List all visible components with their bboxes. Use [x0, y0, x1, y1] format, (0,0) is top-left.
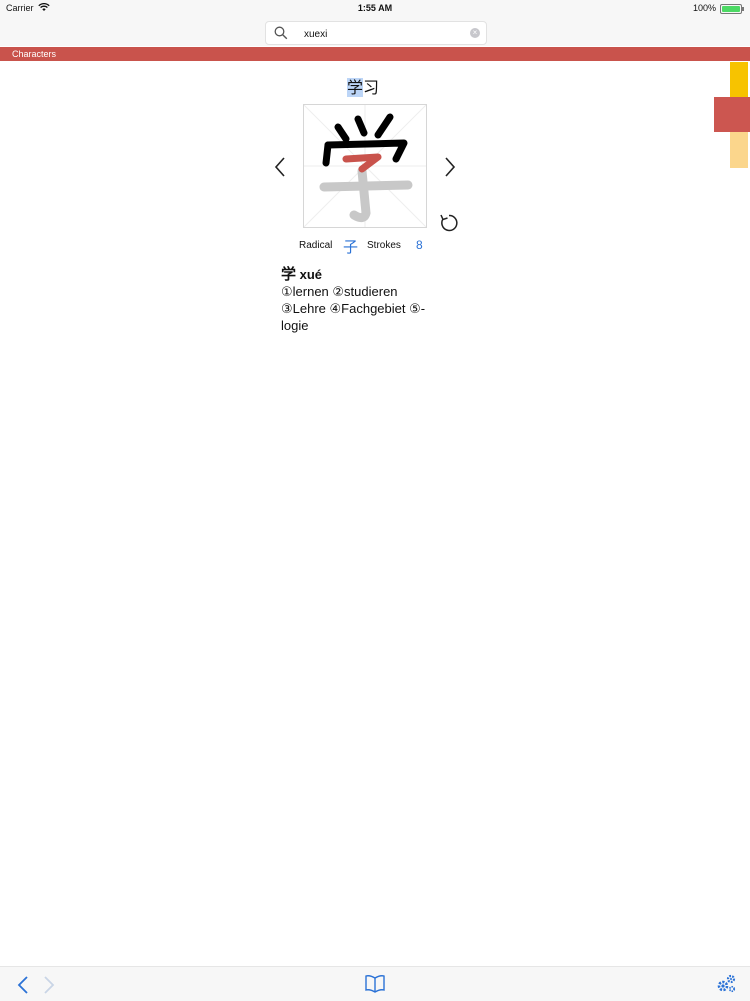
search-field[interactable]: × — [265, 21, 487, 45]
forward-icon[interactable] — [42, 975, 56, 1000]
status-bar: Carrier 1:55 AM 100% — [0, 0, 750, 18]
word-char-selected[interactable]: 学 — [347, 78, 364, 97]
replay-icon[interactable] — [438, 212, 460, 239]
radical-label: Radical — [299, 240, 333, 251]
stroke-order-box[interactable] — [303, 104, 427, 228]
battery-percent: 100% — [692, 3, 716, 13]
section-header: Characters — [0, 47, 750, 61]
search-bar: × — [0, 18, 750, 46]
clear-icon[interactable]: × — [470, 28, 480, 38]
settings-icon[interactable] — [715, 974, 737, 999]
status-time: 1:55 AM — [357, 3, 393, 13]
definition-line-3: logie — [281, 318, 309, 333]
definition-line-1: ①lernen ②studieren — [281, 284, 398, 299]
next-character-button[interactable] — [440, 156, 458, 183]
definition: 学 xué ①lernen ②studieren ③Lehre ④Fachgeb… — [281, 266, 451, 334]
side-tab-1[interactable] — [730, 62, 748, 97]
previous-character-button[interactable] — [272, 156, 290, 183]
book-icon[interactable] — [364, 974, 386, 999]
bottom-toolbar — [0, 966, 750, 1001]
word-char[interactable]: 习 — [363, 78, 379, 97]
stroke-order-drawing — [303, 104, 427, 228]
definition-pinyin: xué — [299, 267, 323, 282]
definition-line-2: ③Lehre ④Fachgebiet ⑤- — [281, 301, 426, 316]
strokes-value: 8 — [416, 238, 423, 252]
definition-char: 学 — [281, 265, 297, 283]
strokes-label: Strokes — [367, 240, 401, 251]
side-tab-2[interactable] — [714, 97, 750, 132]
side-tab-3[interactable] — [730, 132, 748, 168]
word-heading: 学习 — [347, 74, 379, 98]
radical-value[interactable]: 子 — [343, 236, 358, 257]
section-title: Characters — [12, 49, 57, 59]
battery-icon — [720, 4, 744, 14]
search-input[interactable] — [302, 24, 466, 44]
back-icon[interactable] — [16, 975, 30, 1000]
search-icon — [274, 26, 288, 45]
definition-headword: 学 xué — [281, 266, 451, 283]
